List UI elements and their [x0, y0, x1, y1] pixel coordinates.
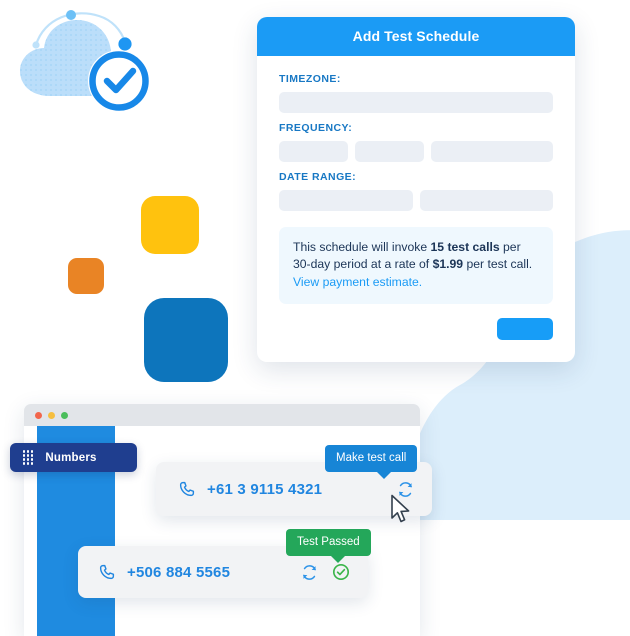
maximize-window-dot[interactable]: [61, 411, 68, 419]
tooltip-test-passed: Test Passed: [286, 529, 371, 563]
blue-rounded-square: [144, 298, 228, 382]
date-range-start-input[interactable]: [279, 190, 413, 211]
info-test-calls-count: 15 test calls: [430, 240, 500, 254]
cloud-check-logo: [20, 10, 150, 112]
browser-window: [24, 404, 420, 636]
info-text-part3: per test call.: [463, 257, 533, 272]
view-payment-estimate-link[interactable]: View payment estimate.: [293, 275, 422, 289]
frequency-count-input[interactable]: [279, 141, 348, 162]
add-test-schedule-dialog: Add Test Schedule TIMEZONE: FREQUENCY: D…: [257, 17, 575, 362]
submit-button[interactable]: [497, 317, 553, 340]
check-circle-icon: [332, 563, 350, 581]
schedule-info-message: This schedule will invoke 15 test calls …: [279, 227, 553, 304]
orange-rounded-square: [68, 258, 104, 294]
dialog-body: TIMEZONE: FREQUENCY: DATE RANGE: This sc…: [257, 56, 575, 362]
mouse-cursor: [391, 494, 410, 523]
minimize-window-dot[interactable]: [48, 411, 55, 419]
refresh-icon[interactable]: [301, 564, 318, 581]
timezone-input[interactable]: [279, 92, 553, 113]
date-range-label: DATE RANGE:: [279, 171, 357, 183]
browser-titlebar: [24, 404, 420, 426]
frequency-label: FREQUENCY:: [279, 122, 353, 134]
date-range-end-input[interactable]: [419, 190, 553, 211]
dialog-footer: [279, 304, 553, 344]
sidebar-item-label: Numbers: [45, 451, 97, 464]
dialog-title: Add Test Schedule: [257, 17, 575, 56]
tooltip-make-test-call: Make test call: [325, 445, 418, 479]
frequency-unit-input[interactable]: [355, 141, 424, 162]
yellow-rounded-square: [141, 196, 199, 254]
timezone-label: TIMEZONE:: [279, 73, 341, 85]
info-text-part1: This schedule will invoke: [293, 240, 431, 254]
phone-number: +506 884 5565: [127, 563, 231, 581]
frequency-period-input[interactable]: [431, 141, 553, 162]
frequency-row: [279, 141, 553, 162]
timezone-row: [279, 92, 553, 113]
sidebar-item-numbers[interactable]: Numbers: [10, 443, 137, 472]
row-actions: [301, 563, 350, 581]
phone-number: +61 3 9115 4321: [207, 480, 323, 498]
dialpad-icon: [23, 450, 34, 465]
phone-icon: [99, 564, 115, 580]
date-range-row: [279, 190, 553, 211]
phone-icon: [179, 481, 195, 497]
illustration-canvas: Numbers Add Test Schedule TIMEZONE: FREQ…: [0, 0, 630, 636]
close-window-dot[interactable]: [35, 411, 42, 419]
info-rate-amount: $1.99: [432, 257, 464, 272]
